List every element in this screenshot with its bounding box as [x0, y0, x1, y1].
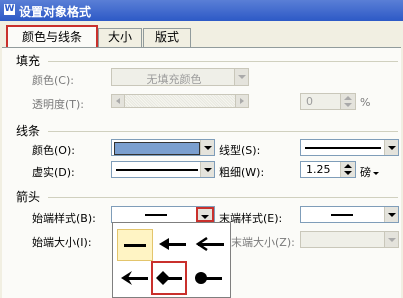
- arrow-none-icon: [145, 214, 167, 216]
- dialog-title: 设置对象格式: [19, 5, 92, 19]
- arrow-option-stealth[interactable]: [117, 263, 153, 295]
- line-style-label: 线型(S):: [219, 144, 261, 157]
- begin-style-dropdown[interactable]: [111, 206, 215, 223]
- line-style-dropdown[interactable]: [300, 139, 399, 156]
- spin-up-icon: [344, 96, 352, 100]
- dash-dropdown[interactable]: [111, 161, 215, 178]
- end-size-label: 末端大小(Z):: [231, 236, 295, 249]
- chevron-down-icon: [373, 171, 379, 175]
- tab-color-and-lines[interactable]: 颜色与线条: [6, 25, 98, 49]
- fill-divider: [48, 61, 398, 62]
- solid-line-icon: [305, 147, 381, 149]
- arrow-oval-icon: [195, 272, 222, 284]
- chevron-down-icon: [200, 162, 214, 177]
- dash-label: 虚实(D):: [32, 166, 75, 179]
- arrow-diamond-icon: [156, 271, 182, 285]
- spin-down-icon: [344, 171, 352, 175]
- arrow-section-title: 箭头: [16, 190, 41, 204]
- weight-label: 粗细(W):: [219, 166, 265, 179]
- arrow-right-icon: [240, 98, 244, 104]
- transparency-slider[interactable]: [111, 94, 249, 108]
- chevron-down-icon: [384, 207, 398, 222]
- arrow-divider: [48, 197, 398, 198]
- tab-bar: 颜色与线条 大小 版式: [0, 23, 403, 49]
- weight-unit-dropdown[interactable]: 磅: [360, 164, 379, 180]
- fill-color-label: 颜色(C):: [32, 74, 74, 87]
- arrow-triangle-icon: [159, 238, 186, 250]
- chevron-down-icon: [384, 232, 398, 247]
- weight-unit: 磅: [360, 166, 371, 179]
- arrow-left-icon: [116, 98, 120, 104]
- arrow-none-icon: [331, 214, 353, 216]
- line-divider: [48, 131, 398, 132]
- arrow-none-icon: [124, 244, 146, 247]
- spin-buttons[interactable]: [340, 162, 355, 177]
- tab-layout[interactable]: 版式: [143, 28, 191, 47]
- line-section-title: 线条: [16, 124, 41, 138]
- line-color-label: 颜色(O):: [32, 144, 75, 157]
- line-color-dropdown[interactable]: [111, 139, 215, 156]
- transparency-value: 0: [306, 95, 313, 108]
- line-color-swatch: [114, 142, 200, 155]
- tab-size[interactable]: 大小: [98, 28, 142, 47]
- arrow-stealth-icon: [121, 271, 148, 285]
- app-icon: W: [4, 4, 15, 15]
- end-size-dropdown[interactable]: [300, 231, 399, 248]
- title-bar: W 设置对象格式: [0, 0, 403, 21]
- transparency-input[interactable]: 0: [300, 93, 356, 110]
- begin-style-dropdown-button[interactable]: [196, 207, 214, 222]
- spin-down-icon: [344, 103, 352, 107]
- fill-color-value: 无填充颜色: [146, 73, 202, 86]
- end-style-dropdown[interactable]: [300, 206, 399, 223]
- fill-color-dropdown[interactable]: 无填充颜色: [111, 68, 249, 86]
- chevron-down-icon: [384, 140, 398, 155]
- format-object-dialog: W 设置对象格式 颜色与线条 大小 版式 填充 颜色(C): 无填充颜色 透明度…: [0, 0, 403, 298]
- arrow-option-diamond[interactable]: [151, 261, 187, 295]
- weight-value: 1.25: [306, 163, 331, 176]
- begin-style-label: 始端样式(B):: [32, 212, 96, 225]
- arrow-option-open[interactable]: [193, 229, 229, 261]
- arrow-open-icon: [195, 236, 224, 252]
- chevron-down-icon: [234, 69, 248, 85]
- arrow-style-popup: [112, 222, 231, 298]
- arrow-option-triangle[interactable]: [155, 229, 191, 261]
- weight-input[interactable]: 1.25: [300, 161, 356, 178]
- arrow-option-none[interactable]: [117, 229, 153, 261]
- spin-up-icon: [344, 164, 352, 168]
- spin-buttons[interactable]: [340, 94, 355, 109]
- begin-size-label: 始端大小(I):: [32, 236, 92, 249]
- chevron-down-icon: [200, 140, 214, 155]
- fill-section-title: 填充: [16, 54, 41, 68]
- transparency-label: 透明度(T):: [32, 98, 85, 111]
- slider-left-button[interactable]: [112, 95, 125, 107]
- percent-unit: %: [360, 96, 371, 109]
- arrow-option-oval[interactable]: [191, 263, 227, 295]
- slider-right-button[interactable]: [235, 95, 248, 107]
- solid-dash-icon: [116, 169, 198, 171]
